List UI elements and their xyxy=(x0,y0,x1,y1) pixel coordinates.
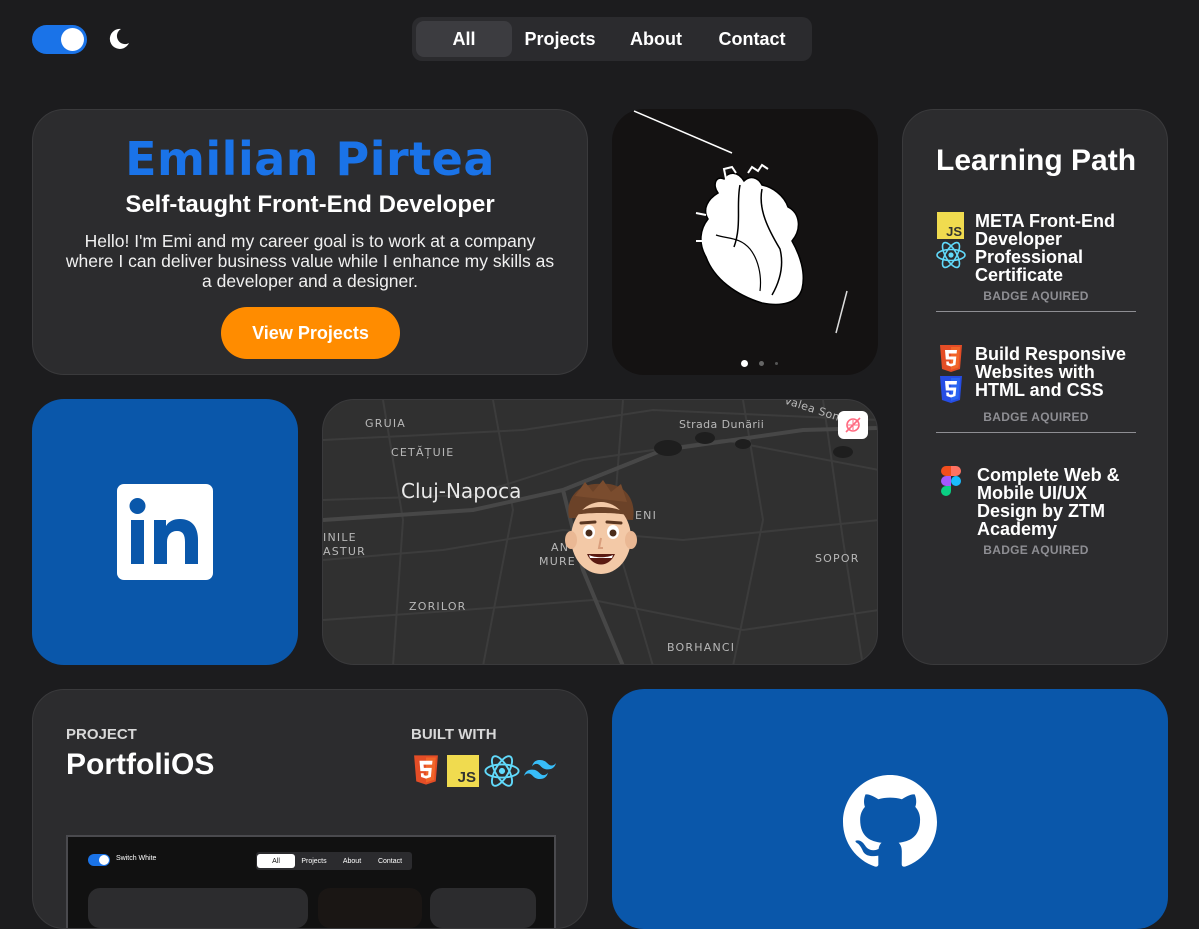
tab-about[interactable]: About xyxy=(608,21,704,57)
divider xyxy=(936,311,1136,312)
map-label: BORHANCI xyxy=(667,641,736,654)
tab-projects[interactable]: Projects xyxy=(512,21,608,57)
preview-card xyxy=(88,888,308,928)
built-with-label: BUILT WITH xyxy=(411,726,497,743)
map-label: SOPOR xyxy=(815,552,860,565)
developer-name: Emilian Pirtea xyxy=(125,132,495,186)
javascript-icon: JS xyxy=(447,755,479,787)
tab-contact[interactable]: Contact xyxy=(704,21,800,57)
css3-icon xyxy=(940,376,962,403)
project-preview-image: Switch White All Projects About Contact xyxy=(66,835,556,928)
project-kicker: PROJECT xyxy=(66,726,137,743)
location-map[interactable]: GRUIA CETĂȚUIE Strada Dunării Valea Some… xyxy=(322,399,878,665)
github-icon xyxy=(843,775,937,867)
bio-text: Hello! I'm Emi and my career goal is to … xyxy=(65,231,555,291)
preview-nav-item: Contact xyxy=(377,857,403,865)
preview-nav-item: About xyxy=(342,857,362,865)
badge-status: BADGE AQUIRED xyxy=(983,543,1089,557)
map-label: CETĂȚUIE xyxy=(391,446,455,459)
toggle-knob xyxy=(61,28,84,51)
map-label: INILE xyxy=(323,531,357,544)
preview-nav-item: All xyxy=(257,854,295,868)
map-city-label: Cluj-Napoca xyxy=(401,479,522,503)
preview-nav: All Projects About Contact xyxy=(256,852,412,870)
badge-status: BADGE AQUIRED xyxy=(983,410,1089,424)
linkedin-icon xyxy=(117,484,213,580)
linkedin-card[interactable] xyxy=(32,399,298,665)
map-label: ASTUR xyxy=(323,545,366,558)
react-icon xyxy=(936,241,966,269)
html5-icon xyxy=(940,345,962,372)
map-label: GRUIA xyxy=(365,417,406,430)
intro-card: Emilian Pirtea Self-taught Front-End Dev… xyxy=(32,109,588,375)
preview-card xyxy=(318,888,422,928)
preview-toggle-label: Switch White xyxy=(116,855,157,862)
theme-toggle[interactable] xyxy=(32,25,87,54)
map-toggle-button[interactable] xyxy=(838,411,868,439)
moon-icon[interactable] xyxy=(106,26,132,52)
tab-all[interactable]: All xyxy=(416,21,512,57)
carousel-dot[interactable] xyxy=(759,361,764,366)
course-title: Complete Web & Mobile UI/UX Design by ZT… xyxy=(977,465,1120,539)
heart-illustration xyxy=(633,110,848,334)
learning-path-heading: Learning Path xyxy=(936,144,1137,177)
avatar-memoji xyxy=(565,480,637,574)
map-label: Strada Dunării xyxy=(679,418,765,431)
preview-toggle xyxy=(88,854,110,866)
preview-card xyxy=(430,888,536,928)
figma-icon xyxy=(941,466,961,496)
carousel-dot[interactable] xyxy=(775,362,778,365)
html5-icon xyxy=(414,755,438,785)
tailwind-icon xyxy=(524,760,556,779)
course-title: META Front-End Developer Professional Ce… xyxy=(975,211,1115,285)
react-icon xyxy=(484,755,520,787)
github-card[interactable] xyxy=(612,689,1168,929)
project-name: PortfoliOS xyxy=(66,748,215,781)
nav-tabs: All Projects About Contact xyxy=(412,17,812,61)
map-label: ZORILOR xyxy=(409,600,467,613)
project-card[interactable]: PROJECT PortfoliOS BUILT WITH JS Switch … xyxy=(32,689,588,929)
learning-path-card: Learning Path JS META Front-End Develope… xyxy=(902,109,1168,665)
developer-title: Self-taught Front-End Developer xyxy=(125,191,495,218)
preview-nav-item: Projects xyxy=(301,857,327,865)
art-carousel-card[interactable] xyxy=(612,109,878,375)
no-location-icon xyxy=(845,417,861,433)
view-projects-button[interactable]: View Projects xyxy=(221,307,400,359)
course-title: Build Responsive Websites with HTML and … xyxy=(975,344,1127,400)
carousel-dot-active[interactable] xyxy=(741,360,748,367)
divider xyxy=(936,432,1136,433)
badge-status: BADGE AQUIRED xyxy=(983,289,1089,303)
javascript-icon: JS xyxy=(937,212,964,239)
